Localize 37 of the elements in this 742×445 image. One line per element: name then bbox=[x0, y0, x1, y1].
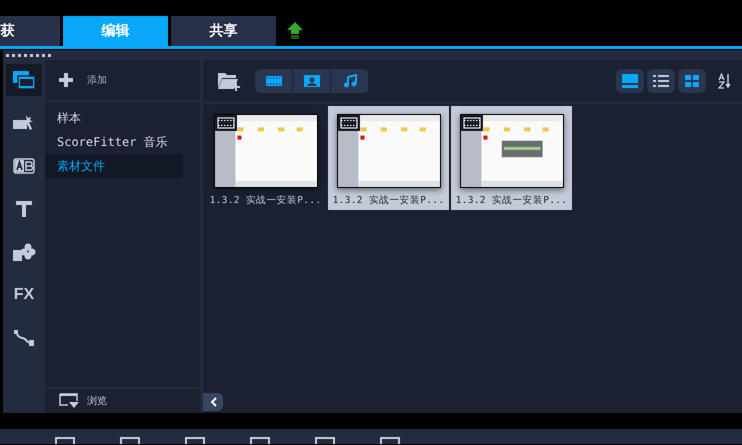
browse-button[interactable]: 浏览 bbox=[45, 392, 113, 410]
mode-tab[interactable]: 共享 bbox=[171, 16, 276, 46]
library-item[interactable]: 样本 bbox=[45, 106, 183, 130]
sort-button[interactable] bbox=[718, 73, 732, 89]
browse-icon bbox=[59, 393, 79, 409]
view-button[interactable] bbox=[616, 69, 644, 93]
upload-arrow-icon[interactable] bbox=[287, 22, 303, 38]
collapse-button[interactable] bbox=[203, 393, 223, 411]
film-icon bbox=[460, 115, 482, 131]
view-button[interactable] bbox=[678, 69, 706, 93]
library-item[interactable]: 素材文件 bbox=[45, 154, 183, 178]
grid-view-icon bbox=[685, 75, 699, 87]
flower-icon bbox=[12, 242, 36, 262]
media-clip[interactable]: 1.3.2 实战一安装P... bbox=[451, 106, 572, 210]
storyboard-view-icon bbox=[622, 74, 638, 88]
music-note-icon bbox=[342, 74, 356, 88]
film-icon bbox=[338, 115, 360, 131]
library-item[interactable]: ScoreFitter 音乐 bbox=[45, 130, 183, 154]
film-icon bbox=[214, 115, 236, 131]
text-icon bbox=[15, 200, 33, 218]
import-folder-button[interactable] bbox=[217, 70, 241, 92]
view-button[interactable] bbox=[647, 69, 675, 93]
media-library-icon bbox=[12, 69, 36, 91]
mode-tab[interactable]: 获 bbox=[0, 16, 60, 46]
library-tab[interactable] bbox=[6, 64, 42, 96]
ab-icon bbox=[13, 158, 35, 174]
folder-plus-icon bbox=[217, 70, 241, 92]
photo-icon bbox=[304, 75, 320, 87]
add-button[interactable]: 添加 bbox=[59, 73, 107, 87]
media-clip[interactable]: 1.3.2 实战一安装P... bbox=[328, 106, 449, 210]
chevron-left-icon bbox=[210, 397, 216, 407]
film-icon bbox=[266, 76, 282, 86]
sort-icon bbox=[718, 73, 732, 89]
fx-tab[interactable]: FX bbox=[6, 279, 42, 311]
motion-path-icon bbox=[13, 329, 35, 347]
plus-icon bbox=[59, 73, 73, 87]
list-view-icon bbox=[653, 75, 669, 87]
